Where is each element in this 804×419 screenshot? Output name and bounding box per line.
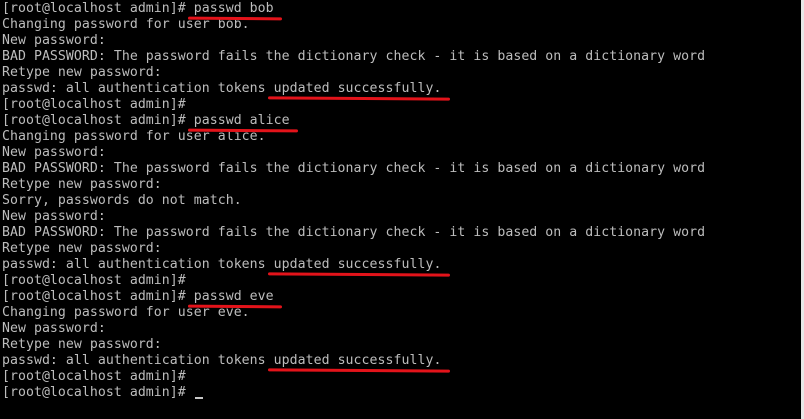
terminal-line: New password:: [2, 33, 705, 49]
terminal-line-text: New password:: [2, 33, 106, 48]
terminal-line-text: [root@localhost admin]#: [2, 1, 194, 16]
terminal-line: New password:: [2, 321, 705, 337]
terminal-line-text: [root@localhost admin]#: [2, 369, 186, 384]
terminal-line: Retype new password:: [2, 65, 705, 81]
terminal-line-text: BAD PASSWORD: The password fails the dic…: [2, 225, 706, 240]
terminal-line-text: Retype new password:: [2, 241, 162, 256]
terminal-line: Retype new password:: [2, 177, 705, 193]
terminal-output: [root@localhost admin]# passwd bob Changi…: [2, 1, 705, 401]
terminal-line-text: Sorry, passwords do not match.: [2, 193, 242, 208]
terminal-line-text: BAD PASSWORD: The password fails the dic…: [2, 49, 706, 64]
underlined-text: updated successfully.: [273, 353, 442, 368]
terminal-prompt-line[interactable]: [root@localhost admin]#: [2, 385, 705, 401]
terminal-line: passwd: all authentication tokens update…: [2, 257, 705, 273]
terminal-line: [root@localhost admin]# passwd alice: [2, 113, 705, 129]
terminal-line-text: [root@localhost admin]#: [2, 273, 186, 288]
underlined-text: passwd alice: [193, 113, 290, 128]
terminal-line-text: New password:: [2, 321, 106, 336]
terminal-line: New password:: [2, 209, 705, 225]
terminal-line: Retype new password:: [2, 241, 705, 257]
terminal-line: passwd: all authentication tokens update…: [2, 81, 705, 97]
terminal-line: BAD PASSWORD: The password fails the dic…: [2, 225, 705, 241]
terminal-line-text: passwd: all authentication tokens: [2, 257, 274, 272]
terminal-line: passwd: all authentication tokens update…: [2, 353, 705, 369]
terminal-line-text: Retype new password:: [2, 65, 162, 80]
terminal-line: Changing password for user eve.: [2, 305, 705, 321]
terminal-line-text: [root@localhost admin]#: [2, 385, 194, 400]
terminal-line: Changing password for user alice.: [2, 129, 705, 145]
terminal-line-text: Retype new password:: [2, 177, 162, 192]
terminal-line-text: New password:: [2, 209, 106, 224]
underlined-text: passwd bob: [193, 1, 274, 16]
terminal-line-text: passwd: all authentication tokens: [2, 353, 274, 368]
terminal-line: [root@localhost admin]# passwd bob: [2, 1, 705, 17]
terminal-line-text: [root@localhost admin]#: [2, 97, 186, 112]
terminal-line-text: BAD PASSWORD: The password fails the dic…: [2, 161, 706, 176]
terminal-line-text: New password:: [2, 145, 106, 160]
terminal-line: Sorry, passwords do not match.: [2, 193, 705, 209]
terminal-line-text: passwd: all authentication tokens: [2, 81, 274, 96]
text-cursor-icon: [194, 397, 203, 399]
terminal-line-text: [root@localhost admin]#: [2, 289, 194, 304]
terminal-line: BAD PASSWORD: The password fails the dic…: [2, 49, 705, 65]
terminal-line: BAD PASSWORD: The password fails the dic…: [2, 161, 705, 177]
terminal-line: [root@localhost admin]# passwd eve: [2, 289, 705, 305]
terminal-line-text: Retype new password:: [2, 337, 162, 352]
terminal-line: New password:: [2, 145, 705, 161]
terminal-line: Changing password for user bob.: [2, 17, 705, 33]
terminal-line-text: [root@localhost admin]#: [2, 113, 194, 128]
underlined-text: updated successfully.: [273, 81, 442, 96]
underlined-text: passwd eve: [193, 289, 274, 304]
terminal-window[interactable]: [root@localhost admin]# passwd bob Changi…: [0, 0, 801, 419]
terminal-line: Retype new password:: [2, 337, 705, 353]
underlined-text: updated successfully.: [273, 257, 442, 272]
